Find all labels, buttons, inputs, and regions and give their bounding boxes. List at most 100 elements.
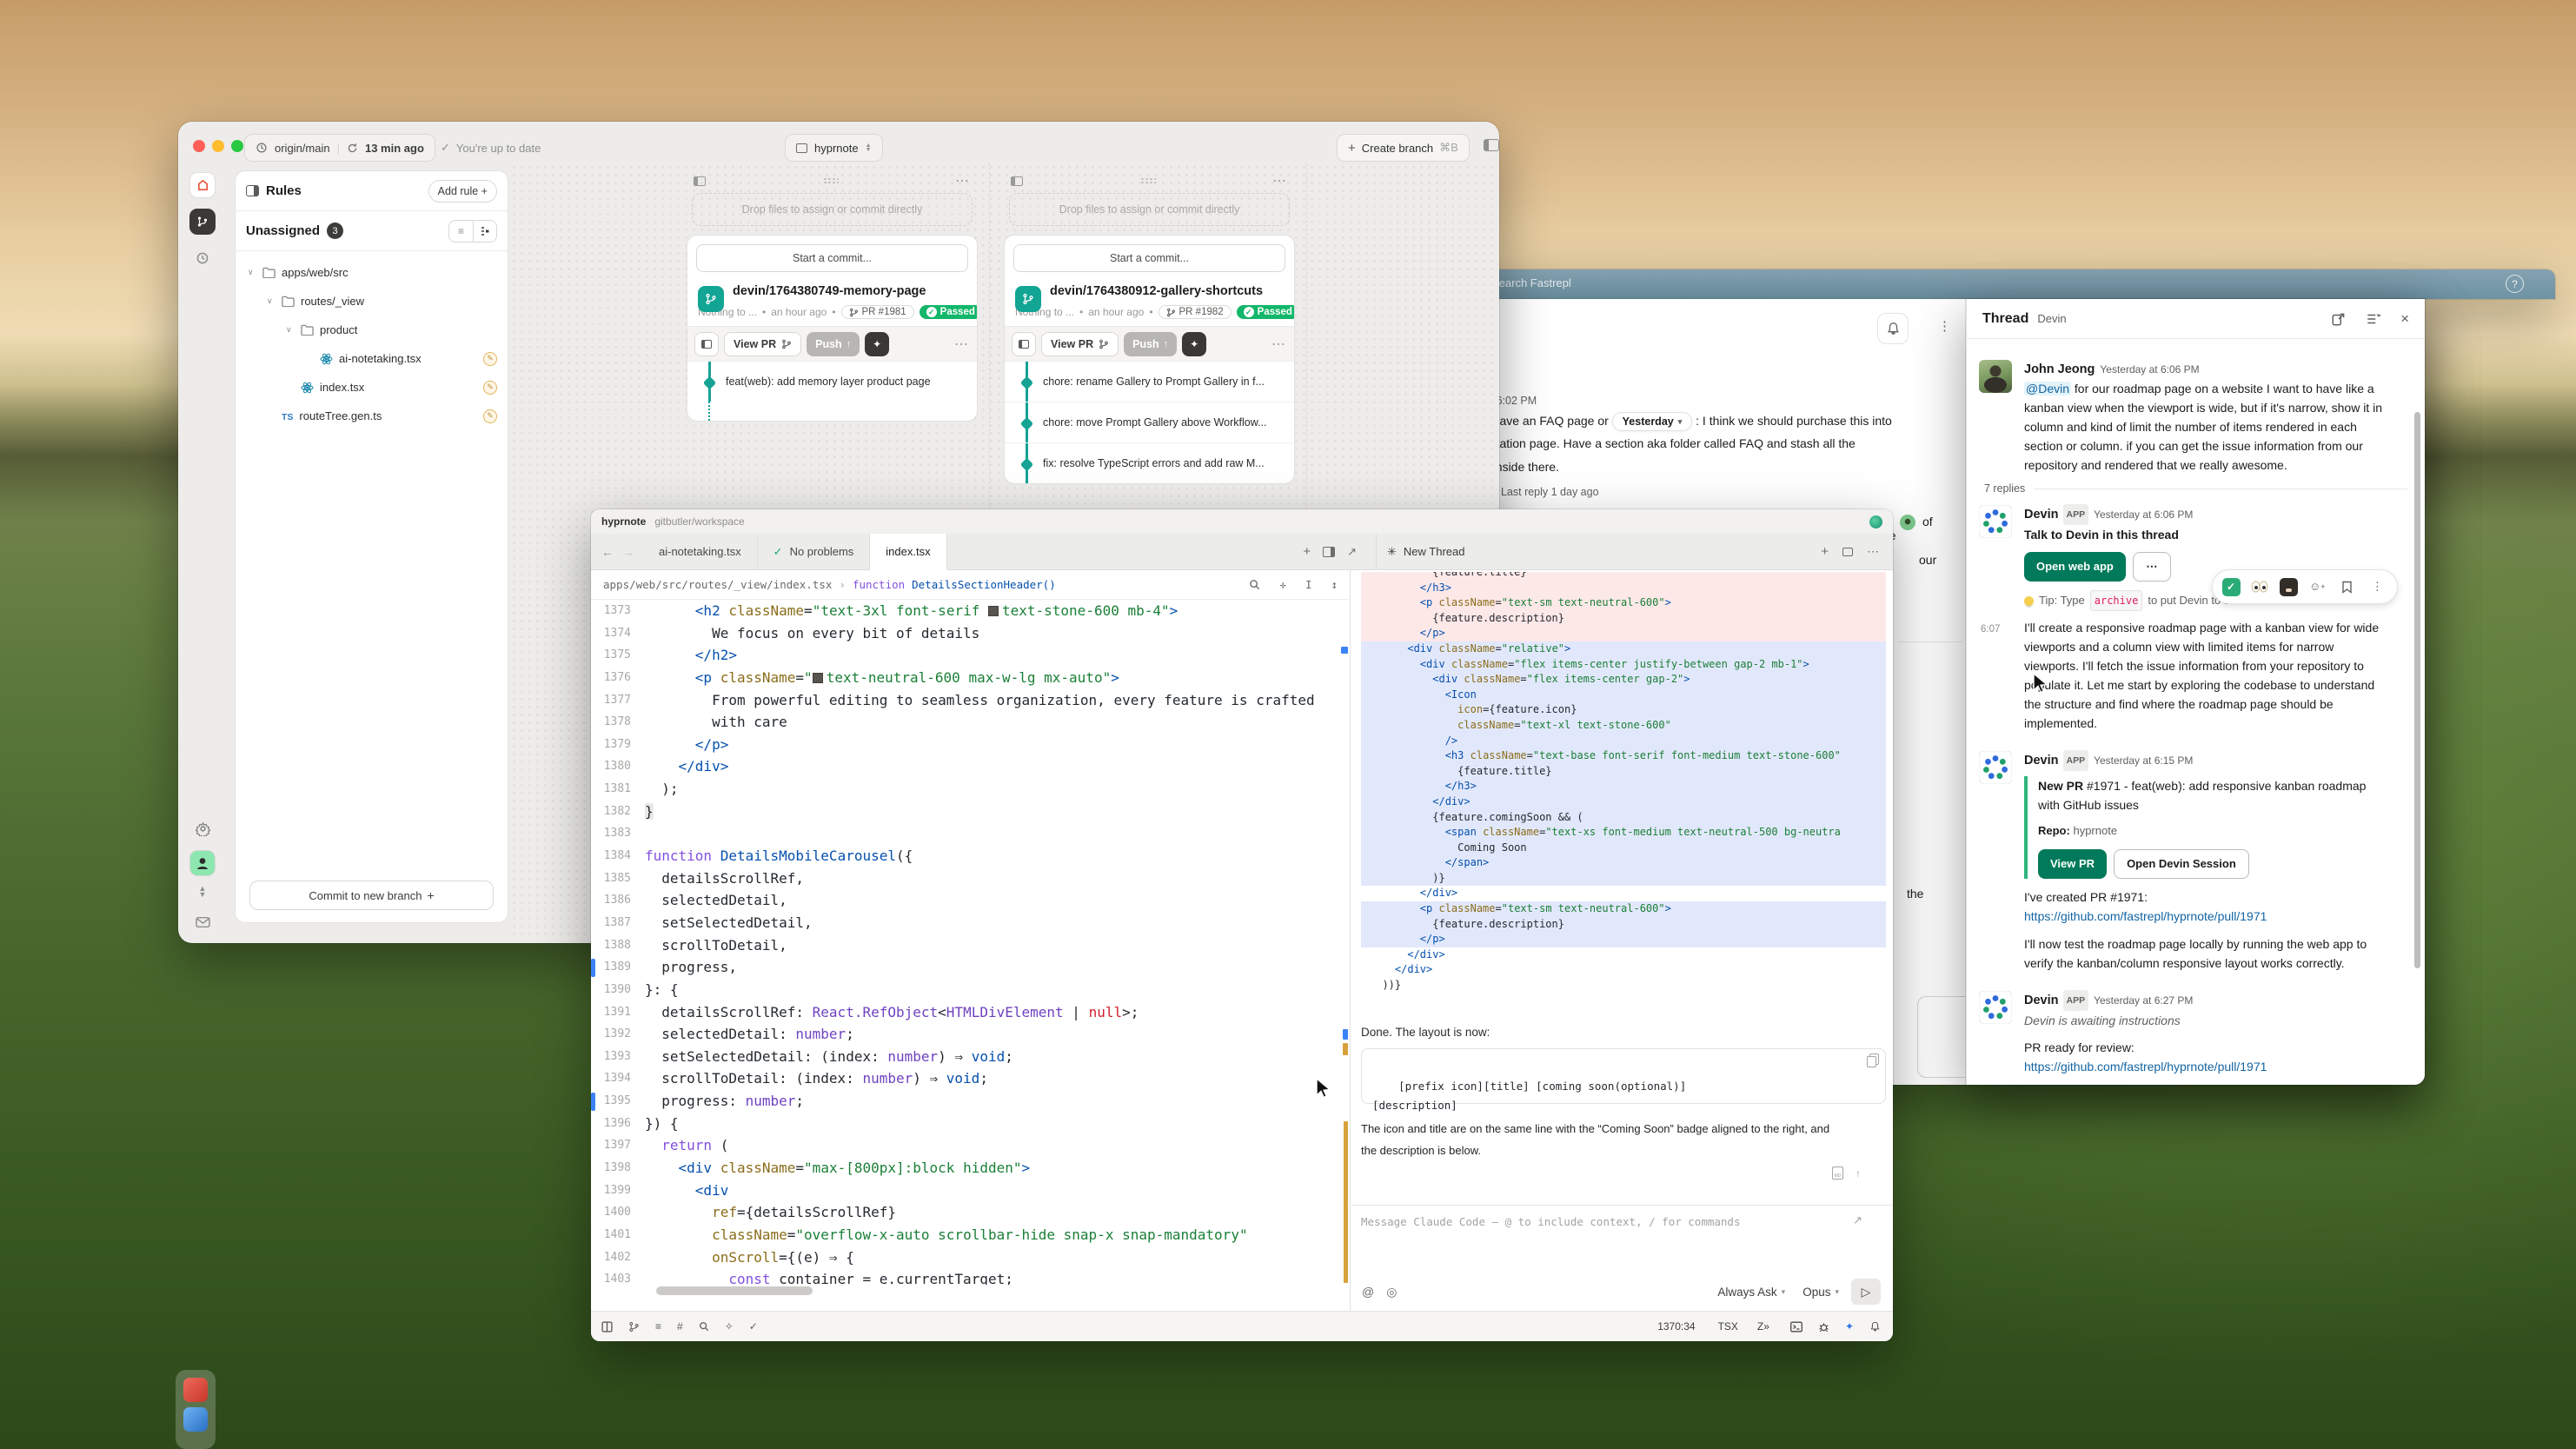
permission-mode-select[interactable]: Always Ask▾ bbox=[1717, 1286, 1785, 1299]
thread-options-icon[interactable] bbox=[2366, 311, 2381, 327]
code-line-1375[interactable]: 1375 </h2> bbox=[591, 644, 1342, 667]
check-reaction-icon[interactable]: ✓ bbox=[2222, 578, 2241, 596]
drop-zone[interactable]: Drop files to assign or commit directly bbox=[692, 193, 973, 226]
nav-forward-icon[interactable]: → bbox=[622, 545, 634, 559]
tree-item-index-tsx[interactable]: index.tsx✎ bbox=[236, 373, 508, 402]
start-commit-button[interactable]: Start a commit... bbox=[1013, 244, 1285, 272]
copy-icon[interactable] bbox=[1867, 1056, 1876, 1067]
terminal-icon[interactable] bbox=[1790, 1321, 1803, 1333]
target-icon[interactable]: ◎ bbox=[1386, 1285, 1397, 1299]
assign-icon[interactable] bbox=[694, 176, 706, 186]
view-toggle[interactable]: ≡ bbox=[448, 220, 497, 243]
code-line-1391[interactable]: 1391 detailsScrollRef: React.RefObject<H… bbox=[591, 1001, 1342, 1024]
branch-more-icon[interactable]: ⋯ bbox=[1271, 336, 1287, 353]
pr-link[interactable]: https://github.com/fastrepl/hyprnote/pul… bbox=[2024, 1057, 2407, 1076]
code-line-1377[interactable]: 1377 From powerful editing to seamless o… bbox=[591, 689, 1342, 712]
add-rule-button[interactable]: Add rule + bbox=[428, 180, 497, 203]
thread-replies-link[interactable]: es Last reply 1 day ago bbox=[1483, 485, 1599, 498]
ci-status-badge[interactable]: ✓Passed bbox=[920, 305, 978, 319]
code-line-1380[interactable]: 1380 </div> bbox=[591, 755, 1342, 778]
branches-rail-button[interactable] bbox=[189, 209, 216, 235]
branch-name[interactable]: devin/1764380912-gallery-shortcuts bbox=[1050, 284, 1284, 298]
tree-view-icon[interactable] bbox=[473, 221, 496, 242]
push-button[interactable]: Push ↑ bbox=[1124, 332, 1177, 356]
copilot-sparkle-icon[interactable]: ✦ bbox=[1845, 1320, 1854, 1333]
view-pr-button[interactable]: View PR bbox=[1041, 332, 1119, 356]
message-more-icon[interactable]: ⋮ bbox=[2367, 576, 2387, 597]
message-john[interactable]: John JeongYesterday at 6:06 PM @Devin fo… bbox=[1967, 351, 2425, 477]
assign-button[interactable] bbox=[694, 332, 719, 356]
scroll-up-icon[interactable]: ↑ bbox=[1856, 1167, 1861, 1180]
mention[interactable]: @Devin bbox=[2024, 382, 2071, 395]
history-rail-button[interactable] bbox=[189, 245, 216, 271]
assign-button[interactable] bbox=[1012, 332, 1036, 356]
code-line-1383[interactable]: 1383 bbox=[591, 822, 1342, 845]
tree-item-routes-view[interactable]: ∨routes/_view bbox=[236, 287, 508, 316]
tree-item-routetree-gen-ts[interactable]: TSrouteTree.gen.ts✎ bbox=[236, 402, 508, 430]
bookmark-icon[interactable] bbox=[2337, 576, 2358, 597]
code-line-1393[interactable]: 1393 setSelectedDetail: (index: number) … bbox=[591, 1046, 1342, 1068]
reaction-toolbar[interactable]: ✓ ☺+ ⋮ bbox=[2212, 569, 2398, 604]
commit-row[interactable]: feat(web): add memory layer product page bbox=[687, 361, 977, 402]
horizontal-scrollbar[interactable] bbox=[656, 1286, 813, 1295]
code-line-1390[interactable]: 1390}: { bbox=[591, 979, 1342, 1001]
code-line-1402[interactable]: 1402 onScroll={(e) ⇒ { bbox=[591, 1246, 1342, 1269]
sender-name[interactable]: Devin bbox=[2024, 508, 2059, 522]
pr-pill[interactable]: PR #1981 bbox=[841, 305, 914, 319]
more-options-icon[interactable]: ⋮ bbox=[1938, 318, 1951, 334]
notifications-bell-icon[interactable] bbox=[1869, 1321, 1881, 1333]
drag-handle[interactable] bbox=[1140, 177, 1156, 184]
thread-scrollbar[interactable] bbox=[2414, 412, 2420, 968]
custom-reaction-icon[interactable] bbox=[2280, 578, 2298, 596]
workspace-rail-button[interactable] bbox=[189, 172, 216, 198]
slack-search-bar[interactable]: Search Fastrepl ? bbox=[1477, 269, 2555, 299]
code-line-1395[interactable]: 1395 progress: number; bbox=[591, 1090, 1342, 1113]
word-wrap-indicator[interactable]: Z» bbox=[1757, 1320, 1769, 1333]
start-commit-button[interactable]: Start a commit... bbox=[696, 244, 968, 272]
message-actions[interactable]: MD ↑ bbox=[1832, 1167, 1861, 1180]
code-line-1403[interactable]: 1403 const container = e.currentTarget; bbox=[591, 1268, 1342, 1285]
create-branch-button[interactable]: +Create branch⌘B bbox=[1337, 134, 1470, 162]
refs-icon[interactable]: # bbox=[677, 1320, 683, 1333]
code-line-1384[interactable]: 1384function DetailsMobileCarousel({ bbox=[591, 845, 1342, 867]
collapse-rail-icon[interactable]: ▲▼ bbox=[189, 883, 216, 901]
search-icon[interactable] bbox=[1249, 579, 1260, 590]
feedback-mail-icon[interactable] bbox=[189, 909, 216, 935]
toggle-sidebar-icon[interactable] bbox=[1484, 139, 1499, 151]
sort-icon[interactable]: ↕ bbox=[1331, 578, 1338, 591]
open-web-app-button[interactable]: Open web app bbox=[2024, 552, 2126, 582]
expand-input-icon[interactable]: ↗ bbox=[1853, 1213, 1862, 1227]
panel-more-icon[interactable]: ⋯ bbox=[1867, 544, 1879, 559]
code-line-1394[interactable]: 1394 scrollToDetail: (index: number) ⇒ v… bbox=[591, 1067, 1342, 1090]
search-status-icon[interactable] bbox=[699, 1321, 709, 1332]
tree-item-apps-web-src[interactable]: ∨apps/web/src bbox=[236, 258, 508, 287]
code-line-1379[interactable]: 1379 </p> bbox=[591, 734, 1342, 756]
check-icon[interactable]: ✓ bbox=[749, 1320, 758, 1333]
code-line-1389[interactable]: 1389 progress, bbox=[591, 956, 1342, 979]
model-select[interactable]: Opus▾ bbox=[1803, 1286, 1839, 1299]
add-reaction-icon[interactable]: ☺+ bbox=[2307, 576, 2327, 597]
list-icon[interactable]: ≡ bbox=[655, 1320, 661, 1333]
pr-pill[interactable]: PR #1982 bbox=[1159, 305, 1232, 319]
code-line-1373[interactable]: 1373 <h2 className="text-3xl font-serif … bbox=[591, 600, 1342, 622]
ai-sparkle-button[interactable]: ✦ bbox=[1182, 332, 1206, 356]
tab-index-tsx[interactable]: index.tsx bbox=[870, 534, 946, 570]
base-branch-button[interactable]: origin/main | 13 min ago bbox=[244, 134, 435, 162]
lane-more-icon[interactable]: ⋯ bbox=[1272, 172, 1288, 189]
panel-layout-icon[interactable] bbox=[1842, 548, 1853, 556]
tree-item-product[interactable]: ∨product bbox=[236, 316, 508, 344]
open-devin-session-button[interactable]: Open Devin Session bbox=[2114, 849, 2249, 879]
debug-bug-icon[interactable] bbox=[1818, 1321, 1829, 1333]
new-tab-icon[interactable]: + bbox=[1303, 544, 1311, 559]
commit-row[interactable]: chore: move Prompt Gallery above Workflo… bbox=[1005, 402, 1294, 442]
commit-row[interactable]: chore: rename Gallery to Prompt Gallery … bbox=[1005, 361, 1294, 402]
branch-more-icon[interactable]: ⋯ bbox=[954, 336, 970, 353]
pr-link[interactable]: https://github.com/fastrepl/hyprnote/pul… bbox=[2024, 907, 2407, 926]
language-mode[interactable]: TSX bbox=[1718, 1320, 1738, 1333]
at-mention-icon[interactable]: @ bbox=[1362, 1285, 1374, 1299]
code-line-1386[interactable]: 1386 selectedDetail, bbox=[591, 889, 1342, 912]
select-icon[interactable]: ✛ bbox=[1279, 578, 1286, 591]
help-icon[interactable]: ? bbox=[2506, 275, 2524, 293]
claude-input-placeholder[interactable]: Message Claude Code — @ to include conte… bbox=[1361, 1215, 1741, 1228]
timestamp[interactable]: 6:07 bbox=[1981, 620, 2000, 639]
